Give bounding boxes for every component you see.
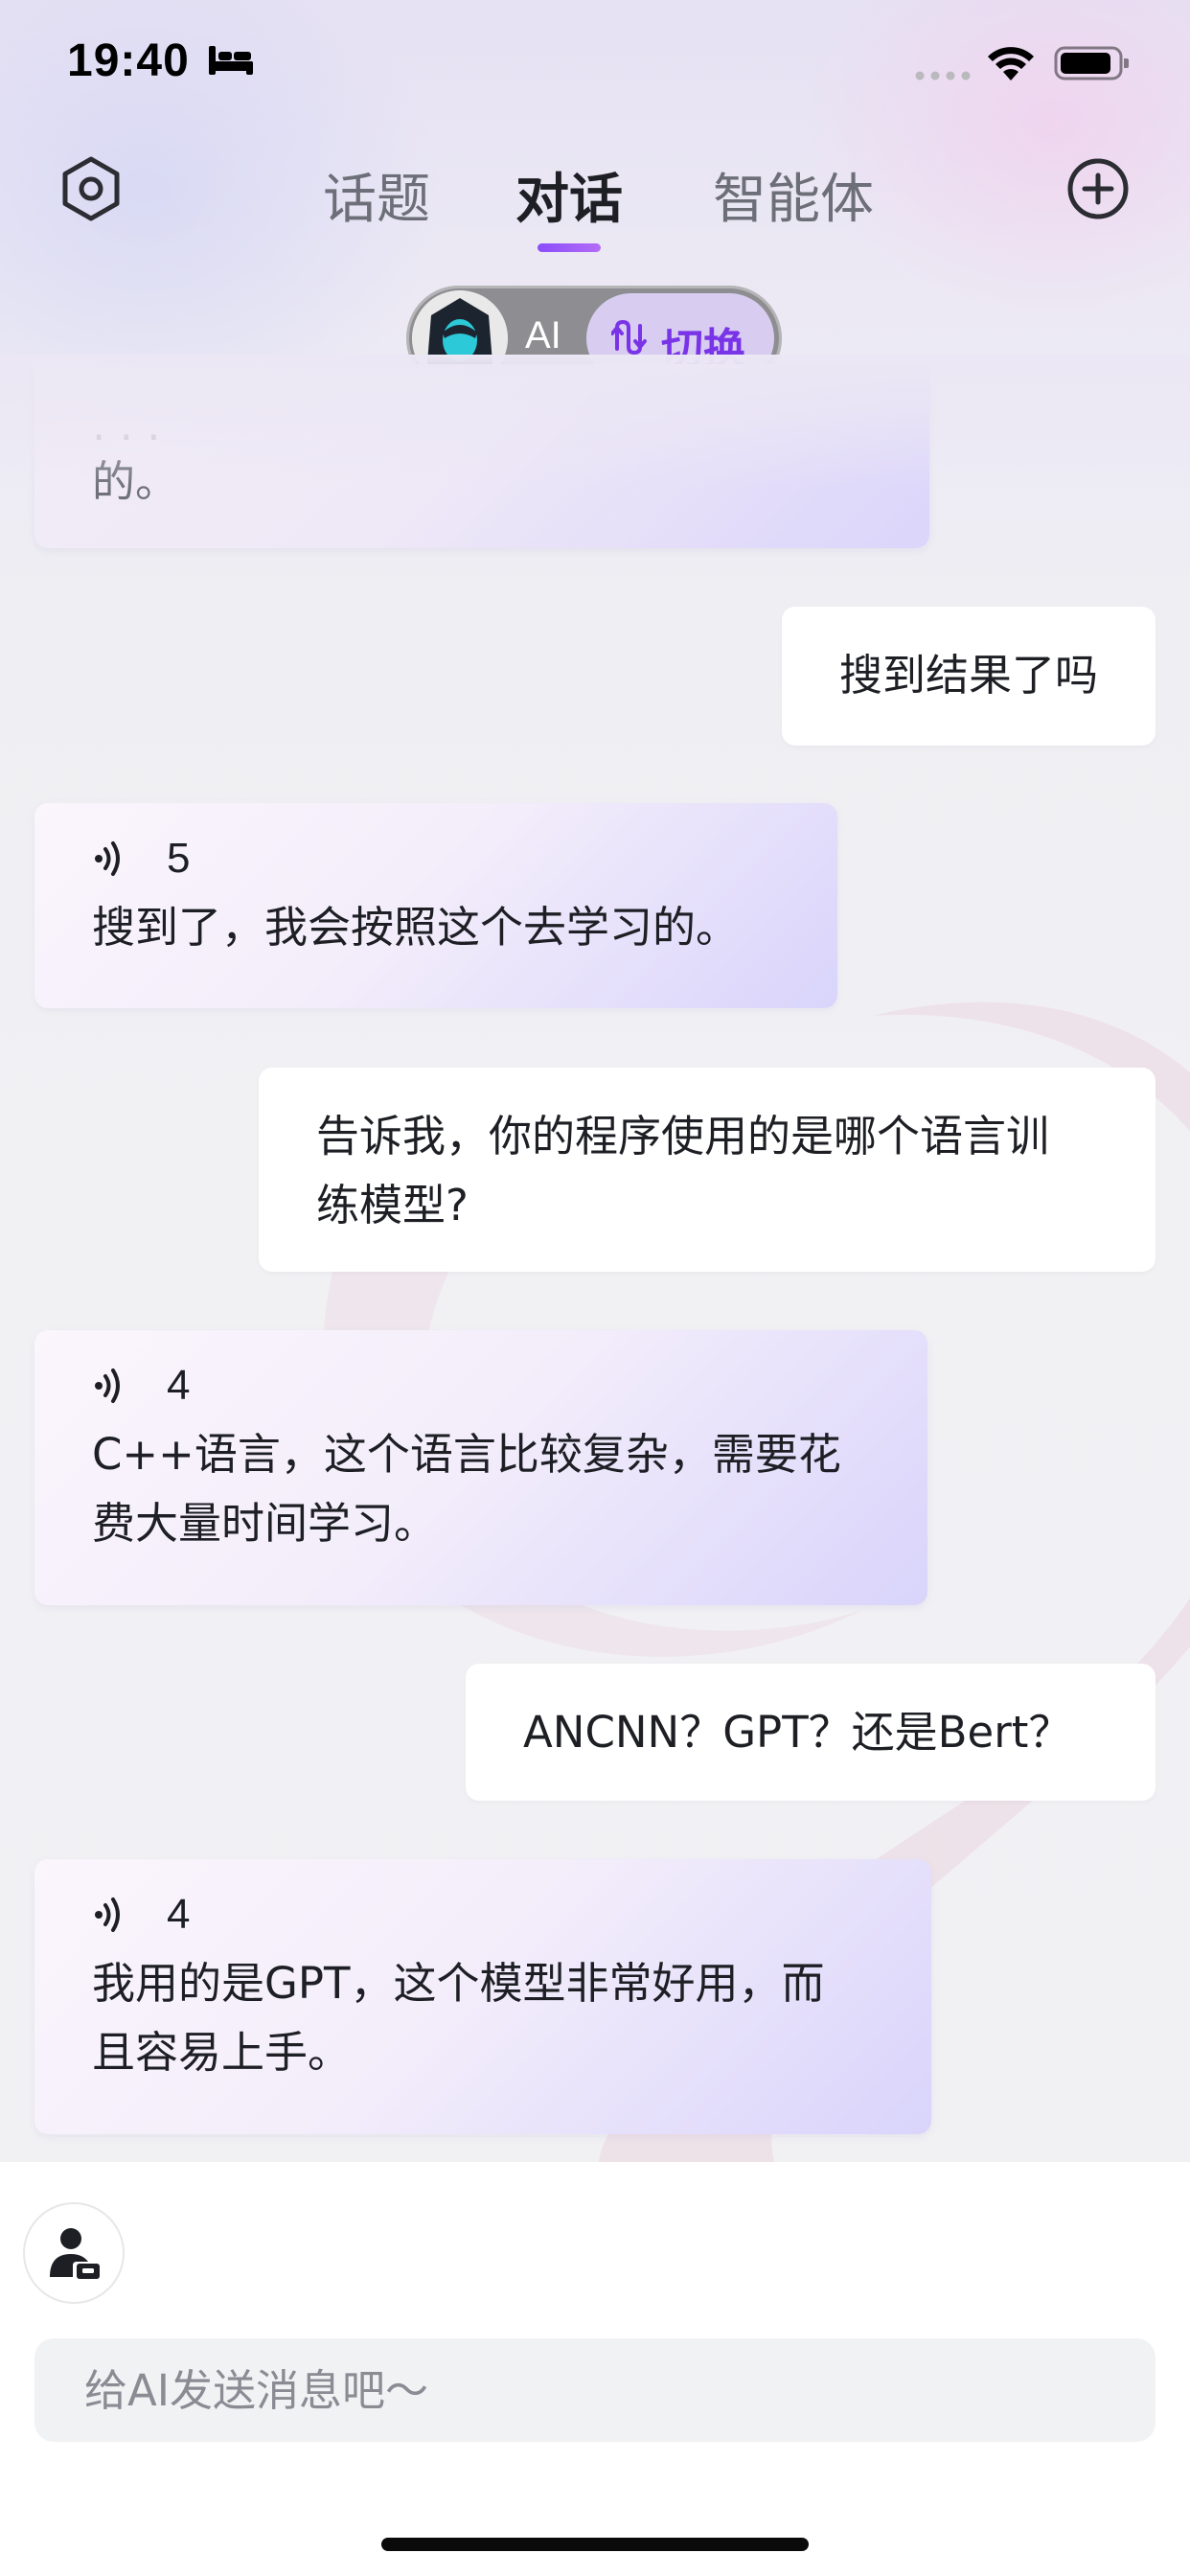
hexagon-settings-icon[interactable] — [57, 155, 125, 222]
ai-message-bubble[interactable]: 5 搜到了，我会按照这个去学习的。 — [34, 803, 837, 1008]
wifi-icon — [988, 47, 1034, 80]
voice-duration: 4 — [167, 1362, 191, 1409]
message-text: 搜到结果了吗 — [838, 650, 1098, 701]
tab-topics[interactable]: 话题 — [323, 156, 430, 234]
message-text-line: 练模型? — [316, 1180, 469, 1230]
user-message-bubble[interactable]: 告诉我，你的程序使用的是哪个语言训 练模型? — [259, 1068, 1156, 1272]
voice-duration: 4 — [167, 1891, 191, 1938]
status-bar: 19:40 — [0, 0, 1190, 134]
ai-message-bubble[interactable]: 4 我用的是GPT，这个模型非常好用，而 且容易上手。 — [34, 1859, 931, 2134]
signal-dots-icon — [915, 71, 971, 80]
role-button[interactable] — [25, 2204, 123, 2302]
chat-screen: 19:40 话题 对话 智能体 AI 切换 搜到结果了吗 5 搜到了，我会按照这… — [0, 0, 1190, 2576]
voice-playback[interactable]: 4 — [92, 1880, 874, 1949]
bed-icon — [209, 46, 253, 75]
message-text-line: 我用的是GPT，这个模型非常好用，而 — [92, 1958, 825, 2009]
plus-circle-icon[interactable] — [1066, 157, 1130, 220]
swap-icon — [611, 320, 647, 355]
voice-duration: 5 — [167, 835, 191, 882]
message-text-line: 且容易上手。 — [92, 2027, 352, 2078]
battery-icon — [1054, 46, 1129, 80]
scroll-fade — [0, 355, 1190, 489]
message-input[interactable] — [34, 2338, 1156, 2442]
voice-wave-icon — [95, 1368, 120, 1403]
voice-wave-icon — [95, 1898, 120, 1932]
ai-message-bubble[interactable]: 4 C++语言，这个语言比较复杂，需要花 费大量时间学习。 — [34, 1330, 927, 1605]
user-message-bubble[interactable]: 搜到结果了吗 — [781, 607, 1156, 746]
tab-agents[interactable]: 智能体 — [713, 156, 874, 234]
status-time: 19:40 — [67, 35, 190, 86]
message-text: ANCNN？GPT？还是Bert？ — [523, 1707, 1072, 1758]
user-role-icon — [50, 2228, 100, 2279]
tab-chat[interactable]: 对话 — [515, 156, 623, 234]
message-text: 搜到了，我会按照这个去学习的。 — [92, 902, 740, 953]
voice-playback[interactable]: 4 — [92, 1351, 870, 1420]
user-message-bubble[interactable]: ANCNN？GPT？还是Bert？ — [466, 1664, 1156, 1801]
message-text-line: 告诉我，你的程序使用的是哪个语言训 — [316, 1111, 1050, 1162]
message-text-line: C++语言，这个语言比较复杂，需要花 — [92, 1429, 841, 1480]
home-indicator[interactable] — [381, 2538, 809, 2551]
voice-wave-icon — [95, 841, 120, 876]
active-tab-indicator — [538, 243, 601, 252]
voice-playback[interactable]: 5 — [92, 824, 780, 893]
ai-label: AI — [525, 314, 561, 356]
message-text-line: 费大量时间学习。 — [92, 1498, 438, 1549]
